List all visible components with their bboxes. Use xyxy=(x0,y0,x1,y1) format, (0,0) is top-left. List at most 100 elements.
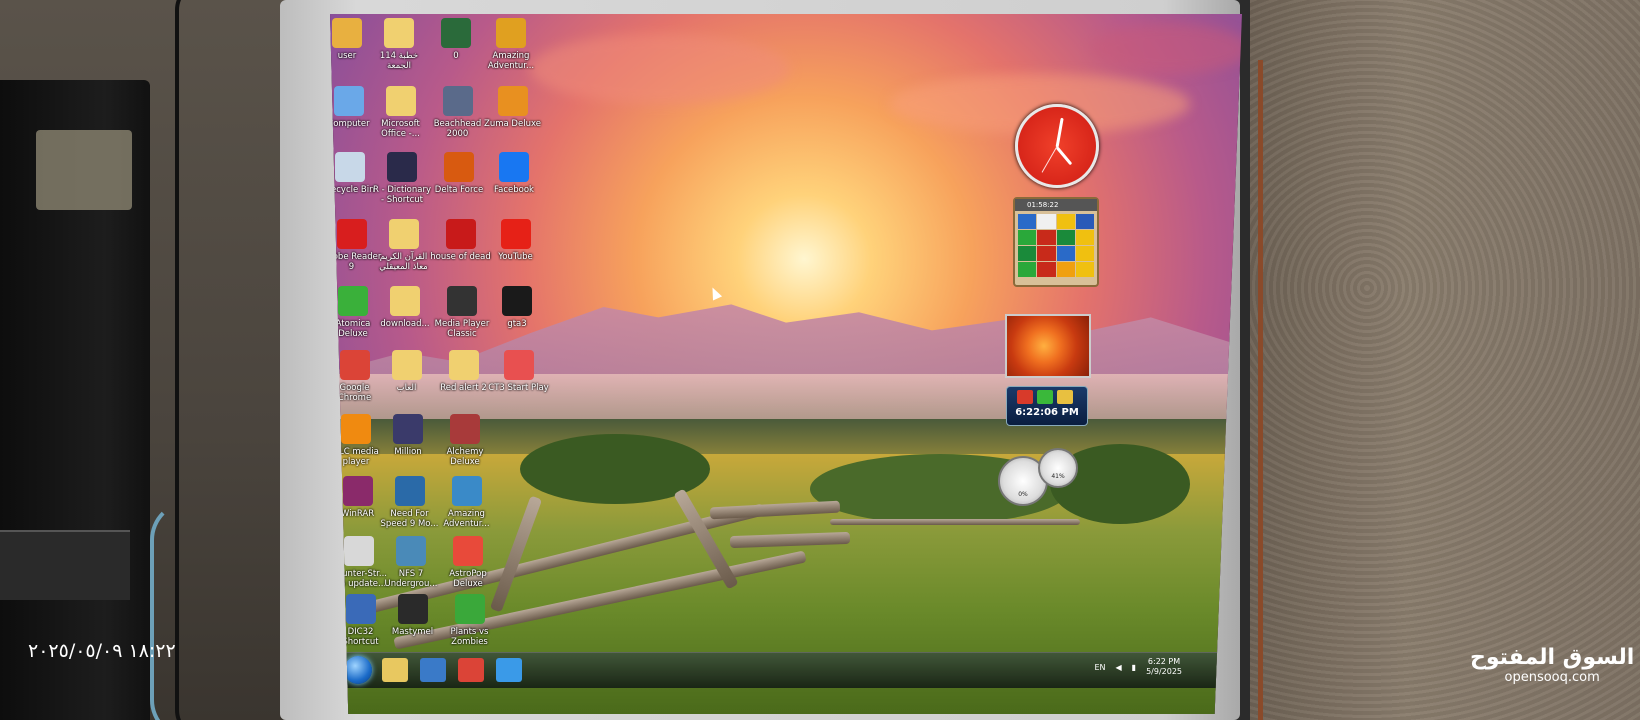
key-icon[interactable] xyxy=(1057,390,1073,404)
desktop-icon[interactable]: العاب xyxy=(376,350,438,393)
puzzle-gadget[interactable]: 01:58:22 xyxy=(1013,197,1099,287)
desktop-icon-label: R - Dictionary - Shortcut xyxy=(373,185,431,205)
desktop-icon[interactable]: Amazing Adventur... xyxy=(436,476,498,529)
desktop-icon[interactable]: 114 خطبة الجمعة xyxy=(368,18,430,71)
desktop-icon[interactable]: Mastymel xyxy=(382,594,444,637)
folder-shortcut-icon xyxy=(385,86,416,116)
computer-icon xyxy=(333,86,364,116)
desktop-icon[interactable]: YouTube xyxy=(485,219,547,262)
analog-clock-gadget[interactable] xyxy=(1015,104,1099,188)
power-icon[interactable] xyxy=(1017,390,1033,404)
desktop-icon[interactable]: Red alert 2 xyxy=(433,350,495,393)
desktop-icon[interactable]: 0 xyxy=(425,18,487,61)
desktop-icon[interactable]: AstroPop Deluxe xyxy=(437,536,499,589)
digital-clock-gadget[interactable]: 6:22:06 PM xyxy=(1006,386,1088,426)
recycle-bin-icon xyxy=(335,152,365,182)
clock-minute-hand xyxy=(1055,117,1064,148)
taskbar: EN ◀ ▮ 6:22 PM 5/9/2025 xyxy=(330,652,1242,688)
desktop-icon-label: AstroPop Deluxe xyxy=(449,569,487,589)
desktop-icon[interactable]: CT3 Start Play xyxy=(488,350,550,393)
desktop-icon[interactable]: القرآن الكريم معاذ المعيقلي xyxy=(373,219,435,272)
desktop-icon[interactable]: Delta Force xyxy=(428,152,490,195)
desktop-icon-label: house of dead xyxy=(430,252,491,262)
astropop-icon xyxy=(453,536,483,566)
chrome-icon[interactable] xyxy=(458,658,484,682)
internet-explorer-icon[interactable] xyxy=(496,658,522,682)
brown-cable xyxy=(1258,60,1288,720)
desktop-icon-label: Red alert 2 xyxy=(440,383,487,393)
slideshow-gadget[interactable] xyxy=(1005,314,1091,378)
compass-icon xyxy=(496,18,526,48)
desktop-icon[interactable]: Need For Speed 9 Mo... xyxy=(379,476,441,529)
desktop-icon-label: Plants vs Zombies xyxy=(450,627,489,647)
plants-vs-zombies-icon xyxy=(454,594,485,624)
desktop-icon[interactable]: Million xyxy=(377,414,439,457)
dictionary-icon xyxy=(387,152,417,182)
folder-icon xyxy=(390,286,420,316)
folder-shortcut-icon xyxy=(384,18,414,48)
language-indicator[interactable]: EN xyxy=(1094,663,1105,672)
desktop-icon[interactable]: Plants vs Zombies xyxy=(439,594,501,647)
ram-meter-gadget[interactable]: 41% xyxy=(1038,448,1078,488)
desktop-icon-label: Amazing Adventur... xyxy=(487,51,535,71)
taskbar-clock[interactable]: 6:22 PM 5/9/2025 xyxy=(1146,657,1182,677)
desktop-icon-label: gta3 xyxy=(507,319,527,329)
desktop-icon-label: Zuma Deluxe xyxy=(484,119,541,129)
desktop-icon[interactable]: NFS 7 Undergrou... xyxy=(380,536,442,589)
windows-explorer-icon[interactable] xyxy=(382,658,408,682)
monitor-screen: user 114 خطبة الجمعة 0 Amazing Adventur... C… xyxy=(330,14,1242,714)
folder-shortcut-icon xyxy=(448,350,479,380)
desktop-icon[interactable]: Beachhead 2000 xyxy=(427,86,489,139)
ct3-icon xyxy=(503,350,534,380)
desktop-icon-label: YouTube xyxy=(498,252,533,262)
tower-plate xyxy=(0,530,130,600)
nfs-icon xyxy=(394,476,425,506)
nfs7-icon xyxy=(396,536,426,566)
speaker-icon[interactable]: ◀ xyxy=(1116,663,1122,672)
digital-clock-time: 6:22:06 PM xyxy=(1015,407,1079,418)
desktop-icon[interactable]: Zuma Deluxe xyxy=(482,86,544,129)
desktop-icon-label: CT3 Start Play xyxy=(488,383,549,393)
dic32-icon xyxy=(345,594,376,624)
winrar-icon xyxy=(342,476,373,506)
desktop-icon[interactable]: Microsoft Office -... xyxy=(370,86,432,139)
start-button[interactable] xyxy=(344,656,372,684)
ram-meter-value: 41% xyxy=(1051,473,1065,480)
desktop-icon[interactable]: Alchemy Deluxe xyxy=(434,414,496,467)
chrome-icon xyxy=(339,350,370,380)
network-icon[interactable]: ▮ xyxy=(1132,663,1136,672)
desktop-icon[interactable]: Amazing Adventur... xyxy=(480,18,542,71)
clock-hour-hand xyxy=(1055,146,1073,166)
atomica-icon xyxy=(338,286,368,316)
snowflake-icon[interactable] xyxy=(1037,390,1053,404)
wallpaper-fence-rail xyxy=(830,519,1080,525)
taskbar-time: 6:22 PM xyxy=(1147,657,1181,666)
desktop-icon-label: NFS 7 Undergrou... xyxy=(384,569,438,589)
folder-user-icon xyxy=(332,18,362,48)
adobe-reader-icon xyxy=(336,219,367,249)
desktop-icon[interactable]: Facebook xyxy=(483,152,545,195)
desktop-icon[interactable]: R - Dictionary - Shortcut xyxy=(371,152,433,205)
game-icon xyxy=(441,18,471,48)
desktop-icon[interactable]: house of dead xyxy=(430,219,492,262)
desktop-icon-label: العاب xyxy=(396,383,417,393)
desktop-icon[interactable]: gta3 xyxy=(486,286,548,329)
gta3-icon xyxy=(502,286,532,316)
counter-strike-icon xyxy=(344,536,374,566)
desktop-icon-label: Beachhead 2000 xyxy=(433,119,482,139)
blue-cable xyxy=(150,500,270,720)
photo-scene: user 114 خطبة الجمعة 0 Amazing Adventur... C… xyxy=(0,0,1640,720)
wallpaper-cloud xyxy=(1090,24,1242,74)
delta-force-icon xyxy=(444,152,474,182)
cpu-meter-value: 0% xyxy=(1018,491,1028,498)
gadget-buttons xyxy=(1007,387,1087,407)
media-player-icon[interactable] xyxy=(420,658,446,682)
desktop-icon[interactable]: download... xyxy=(374,286,436,329)
puzzle-cells xyxy=(1015,211,1097,280)
system-tray: EN ◀ ▮ 6:22 PM 5/9/2025 xyxy=(1094,657,1182,677)
logo-subtext: opensooq.com xyxy=(1504,670,1600,685)
desktop-icon[interactable]: Media Player Classic xyxy=(431,286,493,339)
folder-icon xyxy=(391,350,422,380)
taskbar-date: 5/9/2025 xyxy=(1146,667,1182,676)
desktop-icon-label: Need For Speed 9 Mo... xyxy=(380,509,439,529)
